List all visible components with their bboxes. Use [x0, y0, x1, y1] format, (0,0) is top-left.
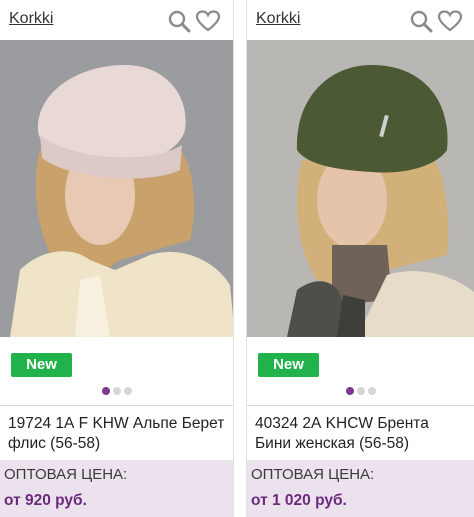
card-actions [167, 9, 221, 33]
product-title[interactable]: 19724 1А F KHW Альпе Берет флис (56-58) [0, 405, 233, 452]
card-header: Korkki [247, 0, 474, 40]
image-pager [0, 387, 233, 395]
price-value: от 920 руб. [4, 492, 87, 509]
search-icon[interactable] [409, 9, 433, 33]
pager-dot[interactable] [346, 387, 354, 395]
product-card[interactable]: Korkki New 40324 2А KHCW Брента Бини жен… [246, 0, 474, 517]
heart-icon[interactable] [437, 9, 463, 33]
pager-dot[interactable] [123, 387, 132, 395]
price-block: ОПТОВАЯ ЦЕНА: от 920 руб. [0, 460, 233, 517]
brand-link[interactable]: Korkki [9, 10, 53, 28]
product-image[interactable] [247, 40, 474, 337]
card-actions [409, 9, 463, 33]
image-pager [247, 387, 474, 395]
price-label: ОПТОВАЯ ЦЕНА: [251, 466, 375, 483]
price-label: ОПТОВАЯ ЦЕНА: [4, 466, 128, 483]
pager-dot[interactable] [112, 387, 121, 395]
new-badge: New [258, 353, 319, 377]
pager-dot[interactable] [101, 387, 110, 395]
pager-dot[interactable] [357, 387, 365, 395]
product-card[interactable]: Korkki New 19724 1А F KHW Альпе Берет фл… [0, 0, 234, 517]
product-image[interactable] [0, 40, 233, 337]
card-header: Korkki [0, 0, 233, 40]
brand-link[interactable]: Korkki [256, 10, 300, 28]
heart-icon[interactable] [195, 9, 221, 33]
search-icon[interactable] [167, 9, 191, 33]
price-block: ОПТОВАЯ ЦЕНА: от 1 020 руб. [247, 460, 474, 517]
product-title[interactable]: 40324 2А KHCW Брента Бини женская (56-58… [247, 405, 474, 452]
pager-dot[interactable] [368, 387, 376, 395]
new-badge: New [11, 353, 72, 377]
price-value: от 1 020 руб. [251, 492, 347, 509]
